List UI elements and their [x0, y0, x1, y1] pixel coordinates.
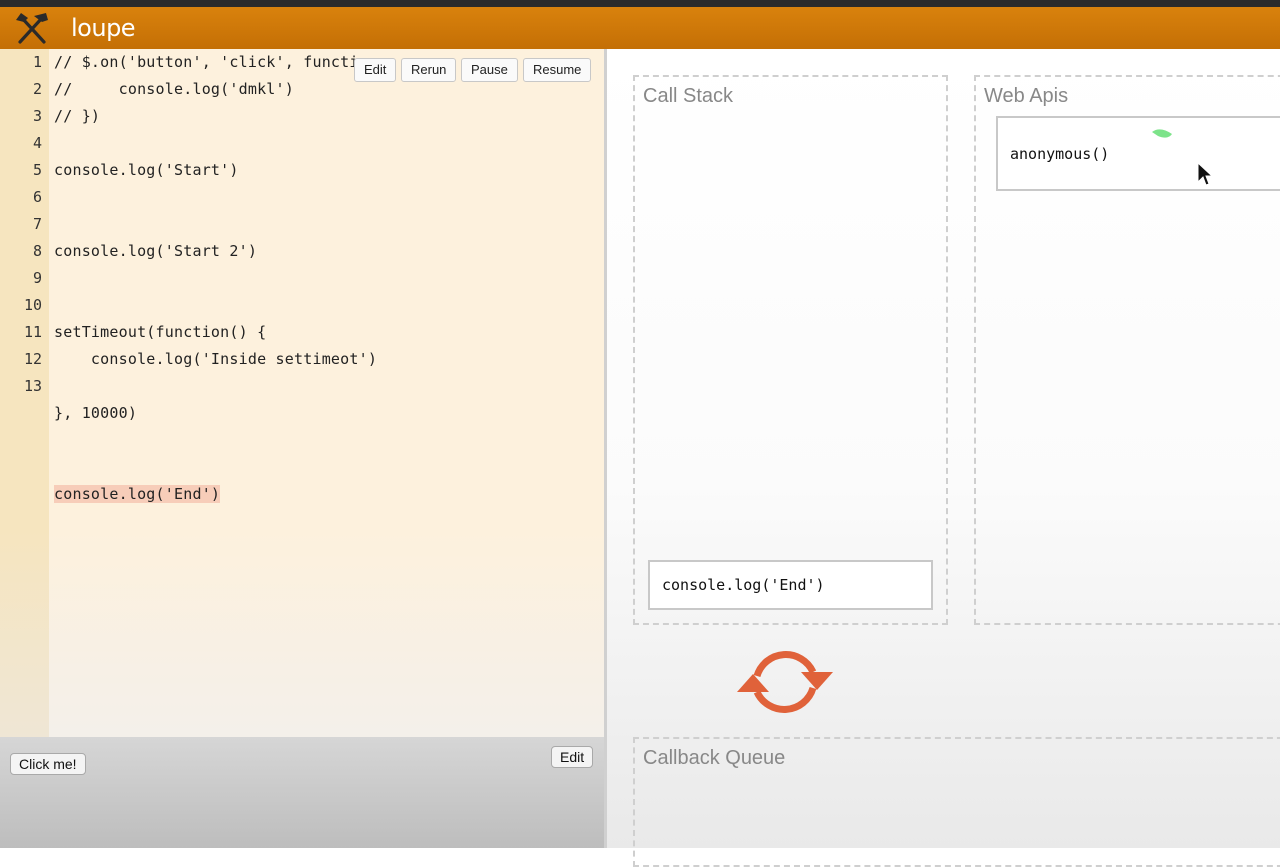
callback-queue-title: Callback Queue [643, 747, 786, 769]
line-number: 11 [23, 323, 42, 341]
code-line[interactable]: // $.on('button', 'click', functi [54, 53, 359, 71]
code-line-highlighted[interactable]: console.log('End') [54, 485, 221, 503]
resume-button[interactable]: Resume [523, 58, 592, 82]
html-edit-button[interactable]: Edit [551, 746, 594, 768]
call-stack-title: Call Stack [643, 85, 734, 107]
code-line[interactable]: }, 10000) [54, 404, 137, 422]
window-top-bar [0, 0, 1280, 7]
line-number: 6 [32, 188, 42, 206]
stack-frame[interactable]: console.log('End') [648, 560, 933, 610]
line-number: 7 [32, 215, 42, 233]
line-number: 8 [32, 242, 42, 260]
code-line[interactable]: console.log('Inside settimeot') [54, 350, 377, 368]
mouse-cursor-icon [1197, 162, 1214, 186]
line-number: 12 [23, 350, 42, 368]
app-title: loupe [71, 14, 136, 42]
web-api-item[interactable]: anonymous() [996, 116, 1280, 191]
line-number: 3 [32, 107, 42, 125]
code-line[interactable]: // }) [54, 107, 100, 125]
event-loop-icon [737, 651, 833, 713]
line-number: 4 [32, 134, 42, 152]
pause-button[interactable]: Pause [461, 58, 518, 82]
line-number: 13 [23, 377, 42, 395]
web-apis-title: Web Apis [984, 85, 1069, 107]
click-me-button[interactable]: Click me! [10, 753, 86, 775]
line-number: 2 [32, 80, 42, 98]
code-line[interactable]: setTimeout(function() { [54, 323, 266, 341]
line-number: 5 [32, 161, 42, 179]
code-editor[interactable]: 1 2 3 4 5 6 7 8 9 10 11 12 13 // $.on('b… [0, 49, 604, 737]
line-number: 1 [32, 53, 42, 71]
html-preview-pane: Click me! Edit [0, 737, 604, 848]
code-line[interactable]: console.log('Start 2') [54, 242, 257, 260]
line-gutter: 1 2 3 4 5 6 7 8 9 10 11 12 13 [0, 49, 49, 737]
rerun-button[interactable]: Rerun [401, 58, 457, 82]
cursor-highlight-icon [1152, 129, 1172, 138]
line-number: 9 [32, 269, 42, 287]
line-number: 10 [23, 296, 42, 314]
app-header: loupe [0, 7, 1280, 49]
edit-button[interactable]: Edit [354, 58, 397, 82]
code-line[interactable]: console.log('Start') [54, 161, 239, 179]
call-stack-panel: Call Stack [633, 75, 948, 625]
code-line[interactable]: // console.log('dmkl') [54, 80, 294, 98]
tools-logo-icon [16, 13, 48, 44]
